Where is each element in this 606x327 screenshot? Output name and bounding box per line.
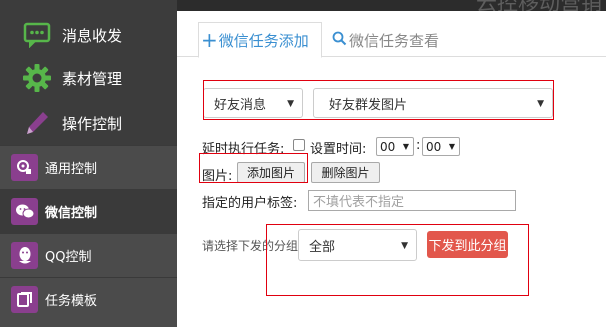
tab-view-wechat-task[interactable]: 微信任务查看 (332, 22, 439, 58)
image-label: 图片: (202, 169, 233, 184)
sidebar-item-operation-control[interactable]: 操作控制 (0, 101, 177, 145)
sidebar-item-label: 消息收发 (62, 26, 123, 45)
select-value: 00 (426, 139, 442, 154)
select-value: 00 (380, 139, 396, 154)
sidebar-item-label: 操作控制 (62, 114, 123, 133)
sidebar-item-label: 素材管理 (62, 69, 123, 88)
hour-select[interactable]: 00 ▼ (376, 137, 414, 156)
select-value: 好友群发图片 (329, 97, 408, 113)
chat-icon (22, 20, 52, 50)
app-title: 云控移动营销 (476, 0, 602, 11)
set-time-label: 设置时间: (310, 142, 367, 157)
sidebar-item-general-control[interactable]: 通用控制 (0, 145, 177, 189)
time-separator: : (416, 138, 421, 153)
gear-icon (22, 63, 52, 93)
sidebar-item-label: 任务模板 (45, 294, 98, 309)
app-window: 消息收发 素材管理 操作控制 通用控制 微信控制 QQ控制 任务模板 + 微信任… (0, 0, 606, 327)
dropdown-arrow-icon: ▼ (401, 241, 408, 251)
sidebar-item-label: QQ控制 (45, 250, 92, 265)
tab-bar: + 微信任务添加 微信任务查看 (177, 11, 606, 58)
delete-image-button[interactable]: 删除图片 (311, 162, 380, 183)
sidebar-item-label: 微信控制 (45, 206, 98, 221)
wechat-icon (11, 198, 38, 225)
message-type-select[interactable]: 好友消息 ▼ (203, 88, 303, 118)
top-header: 云控移动营销 (177, 0, 606, 11)
qq-icon (11, 242, 38, 269)
delay-checkbox[interactable] (293, 139, 305, 151)
minute-select[interactable]: 00 ▼ (422, 137, 460, 156)
tab-add-wechat-task[interactable]: + 微信任务添加 (198, 22, 322, 58)
sidebar-item-label: 通用控制 (45, 162, 98, 177)
plus-icon: + (201, 28, 218, 52)
sidebar-item-task-templates[interactable]: 任务模板 (0, 277, 177, 321)
send-to-group-button[interactable]: 下发到此分组 (427, 231, 508, 258)
tab-label: 微信任务添加 (218, 31, 309, 50)
main-panel: + 微信任务添加 微信任务查看 好友消息 ▼ 好友群发图片 ▼ 延时执行任务: … (177, 11, 606, 327)
group-label: 请选择下发的分组 (202, 239, 299, 253)
sidebar-item-wechat-control[interactable]: 微信控制 (0, 189, 177, 233)
user-tag-label: 指定的用户标签: (202, 196, 298, 211)
user-tag-input[interactable]: 不填代表不指定 (308, 190, 516, 211)
template-icon (11, 286, 38, 313)
dropdown-arrow-icon: ▼ (287, 99, 294, 109)
sidebar-item-messages[interactable]: 消息收发 (0, 13, 177, 57)
add-image-button[interactable]: 添加图片 (237, 162, 305, 183)
pencil-icon (22, 108, 52, 138)
tab-label: 微信任务查看 (349, 31, 440, 50)
select-value: 全部 (309, 239, 336, 255)
select-value: 好友消息 (214, 97, 267, 113)
sidebar-item-qq-control[interactable]: QQ控制 (0, 233, 177, 277)
group-select[interactable]: 全部 ▼ (298, 229, 417, 261)
dropdown-arrow-icon: ▼ (448, 142, 455, 151)
action-type-select[interactable]: 好友群发图片 ▼ (313, 88, 553, 118)
settings-icon (11, 154, 38, 181)
dropdown-arrow-icon: ▼ (537, 99, 544, 109)
dropdown-arrow-icon: ▼ (402, 142, 409, 151)
sidebar: 消息收发 素材管理 操作控制 通用控制 微信控制 QQ控制 任务模板 (0, 0, 177, 327)
sidebar-item-materials[interactable]: 素材管理 (0, 56, 177, 100)
sidebar-top-group: 消息收发 素材管理 操作控制 (0, 0, 177, 145)
search-icon (332, 31, 347, 50)
delay-label: 延时执行任务: (202, 142, 285, 157)
